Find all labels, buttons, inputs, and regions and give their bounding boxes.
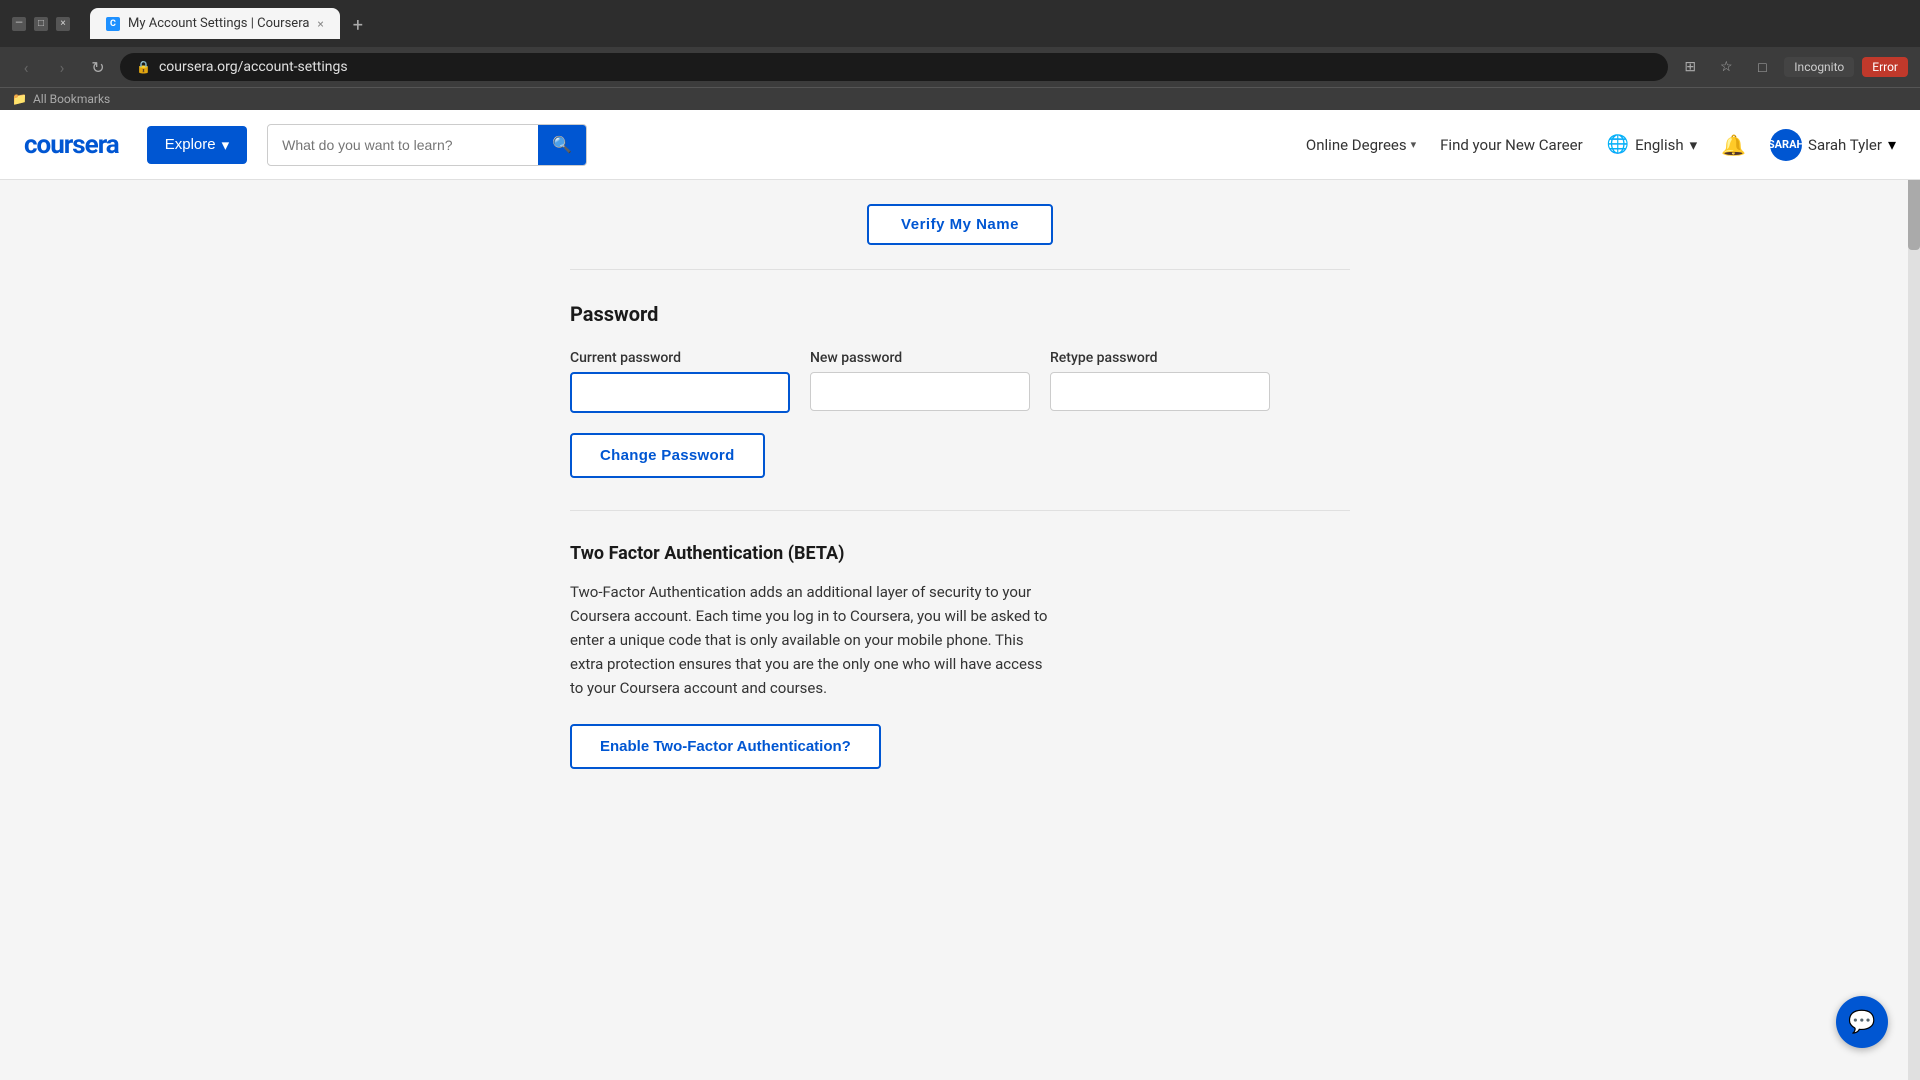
app: coursera Explore ▾ 🔍 Online Degrees ▾ Fi… [0, 110, 1920, 990]
language-button[interactable]: 🌐 English ▾ [1607, 134, 1697, 155]
current-password-input[interactable] [570, 372, 790, 413]
explore-button[interactable]: Explore ▾ [147, 126, 247, 164]
scrollbar-thumb[interactable] [1908, 170, 1920, 250]
current-password-group: Current password [570, 350, 790, 413]
tfa-title: Two Factor Authentication (BETA) [570, 543, 1350, 564]
page-content: Verify My Name Password Current password… [530, 180, 1390, 801]
password-section: Password Current password New password R… [570, 270, 1350, 511]
new-tab-button[interactable]: + [344, 11, 372, 39]
search-button[interactable]: 🔍 [538, 125, 586, 165]
explore-label: Explore [165, 136, 216, 153]
maximize-button[interactable]: □ [34, 17, 48, 31]
user-name: Sarah Tyler [1808, 136, 1882, 154]
find-career-link[interactable]: Find your New Career [1440, 136, 1583, 154]
tfa-section: Two Factor Authentication (BETA) Two-Fac… [570, 511, 1350, 801]
lock-icon: 🔒 [136, 60, 151, 74]
url-text: coursera.org/account-settings [159, 59, 348, 75]
bookmarks-label[interactable]: All Bookmarks [33, 92, 110, 106]
toolbar-icons: ⊞ ☆ □ Incognito Error [1676, 53, 1908, 81]
browser-chrome: — □ × C My Account Settings | Coursera ×… [0, 0, 1920, 110]
navbar: coursera Explore ▾ 🔍 Online Degrees ▾ Fi… [0, 110, 1920, 180]
tab-bar: C My Account Settings | Coursera × + [78, 8, 1908, 39]
current-password-label: Current password [570, 350, 790, 366]
minimize-button[interactable]: — [12, 17, 26, 31]
bookmarks-folder-icon: 📁 [12, 92, 27, 106]
verify-name-button[interactable]: Verify My Name [867, 204, 1053, 245]
online-degrees-label: Online Degrees [1306, 136, 1407, 154]
tfa-description: Two-Factor Authentication adds an additi… [570, 580, 1050, 700]
retype-password-input[interactable] [1050, 372, 1270, 411]
retype-password-group: Retype password [1050, 350, 1270, 413]
search-bar: 🔍 [267, 124, 587, 166]
online-degrees-link[interactable]: Online Degrees ▾ [1306, 136, 1416, 154]
explore-chevron-icon: ▾ [222, 136, 230, 154]
tab-favicon: C [106, 17, 120, 31]
forward-button[interactable]: › [48, 53, 76, 81]
url-bar[interactable]: 🔒 coursera.org/account-settings [120, 53, 1668, 81]
tab-title: My Account Settings | Coursera [128, 16, 309, 31]
bookmark-icon[interactable]: ☆ [1712, 53, 1740, 81]
user-avatar: SARAH [1770, 129, 1802, 161]
scrollbar[interactable] [1908, 170, 1920, 1080]
new-password-label: New password [810, 350, 1030, 366]
incognito-badge: Incognito [1784, 57, 1854, 77]
enable-tfa-button[interactable]: Enable Two-Factor Authentication? [570, 724, 881, 769]
globe-icon: 🌐 [1607, 134, 1629, 155]
verify-name-section: Verify My Name [570, 180, 1350, 270]
address-bar: ‹ › ↻ 🔒 coursera.org/account-settings ⊞ … [0, 47, 1920, 87]
password-fields-row: Current password New password Retype pas… [570, 350, 1350, 413]
online-degrees-chevron-icon: ▾ [1411, 138, 1417, 151]
chat-button[interactable]: 💬 [1836, 996, 1888, 1048]
coursera-logo[interactable]: coursera [24, 130, 119, 160]
password-section-title: Password [570, 302, 1350, 326]
language-chevron-icon: ▾ [1690, 136, 1698, 154]
change-password-button[interactable]: Change Password [570, 433, 765, 478]
title-bar: — □ × C My Account Settings | Coursera ×… [0, 0, 1920, 47]
user-chevron-icon: ▾ [1888, 135, 1896, 154]
new-password-group: New password [810, 350, 1030, 413]
error-badge: Error [1862, 57, 1908, 77]
search-input[interactable] [268, 127, 538, 163]
nav-links: Online Degrees ▾ Find your New Career 🌐 … [1306, 129, 1896, 161]
refresh-button[interactable]: ↻ [84, 53, 112, 81]
chat-icon: 💬 [1848, 1010, 1875, 1035]
active-tab[interactable]: C My Account Settings | Coursera × [90, 8, 340, 39]
extensions-icon[interactable]: ⊞ [1676, 53, 1704, 81]
user-menu-button[interactable]: SARAH Sarah Tyler ▾ [1770, 129, 1896, 161]
retype-password-label: Retype password [1050, 350, 1270, 366]
tab-close-button[interactable]: × [317, 17, 323, 31]
find-career-label: Find your New Career [1440, 136, 1583, 154]
new-password-input[interactable] [810, 372, 1030, 411]
back-button[interactable]: ‹ [12, 53, 40, 81]
bookmarks-bar: 📁 All Bookmarks [0, 87, 1920, 110]
profile-icon[interactable]: □ [1748, 53, 1776, 81]
window-controls[interactable]: — □ × [12, 17, 70, 31]
close-button[interactable]: × [56, 17, 70, 31]
language-label: English [1635, 136, 1684, 154]
notifications-button[interactable]: 🔔 [1721, 133, 1746, 157]
